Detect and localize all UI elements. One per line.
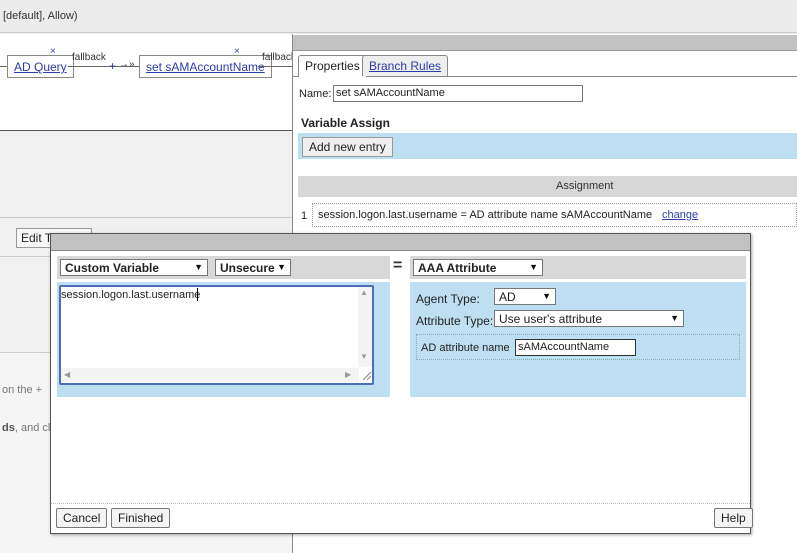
- flow-empty-area: [0, 132, 293, 217]
- value-type-select[interactable]: AAA Attribute ▼: [413, 259, 543, 276]
- resize-grip-icon[interactable]: [361, 370, 372, 382]
- properties-header-bar: [293, 35, 797, 51]
- scroll-right-icon[interactable]: ▶: [345, 370, 351, 379]
- top-band: [0, 0, 797, 33]
- help-text-line: on the +: [2, 384, 43, 396]
- tab-branch-rules[interactable]: Branch Rules: [362, 55, 449, 76]
- add-new-entry-button[interactable]: Add new entry: [302, 137, 393, 157]
- help-text-bold: ds: [2, 422, 15, 434]
- tab-properties[interactable]: Properties: [298, 55, 367, 77]
- agent-type-label: Agent Type:: [416, 292, 480, 306]
- finished-button[interactable]: Finished: [111, 508, 171, 528]
- rule-summary-label: [default], Allow): [3, 10, 78, 22]
- flow-node-set-samaccountname[interactable]: set sAMAccountName: [139, 55, 272, 78]
- chevron-down-icon: ▼: [277, 262, 286, 272]
- policy-flow-canvas: AD Query × fallback + →» set sAMAccountN…: [0, 34, 296, 131]
- remove-node-icon[interactable]: ×: [50, 46, 56, 57]
- variable-type-select[interactable]: Custom Variable ▼: [60, 259, 208, 276]
- chevron-down-icon: ▼: [529, 262, 538, 272]
- flow-connector: [258, 66, 293, 67]
- add-node-plus-icon[interactable]: +: [109, 59, 116, 73]
- dialog-footer-divider: [51, 503, 750, 504]
- security-select[interactable]: Unsecure ▼: [215, 259, 291, 276]
- change-link[interactable]: change: [662, 209, 698, 221]
- flow-node-ad-query[interactable]: AD Query: [7, 55, 74, 78]
- chevron-down-icon: ▼: [670, 313, 679, 323]
- chevron-down-icon: ▼: [542, 291, 551, 301]
- horizontal-scrollbar[interactable]: [61, 368, 359, 382]
- scroll-up-icon[interactable]: ▲: [360, 288, 368, 297]
- branch-label: fallback: [72, 52, 106, 63]
- assignment-column-header: Assignment: [556, 180, 614, 192]
- ad-attribute-label: AD attribute name: [421, 342, 510, 354]
- remove-node-icon[interactable]: ×: [234, 46, 240, 57]
- dialog-titlebar[interactable]: [51, 234, 750, 251]
- name-label: Name:: [299, 88, 332, 100]
- select-value: AD: [499, 290, 516, 304]
- agent-type-select[interactable]: AD ▼: [494, 288, 556, 305]
- select-value: Use user's attribute: [499, 312, 603, 326]
- section-title: Variable Assign: [301, 116, 390, 130]
- select-value: Custom Variable: [65, 261, 160, 275]
- equals-sign: =: [393, 257, 403, 274]
- assignment-text: session.logon.last.username = AD attribu…: [318, 209, 653, 221]
- text-caret: [197, 288, 198, 301]
- scroll-down-icon[interactable]: ▼: [360, 352, 368, 361]
- help-button[interactable]: Help: [714, 508, 753, 528]
- select-value: AAA Attribute: [418, 261, 497, 275]
- attribute-type-label: Attribute Type:: [416, 314, 494, 328]
- flow-arrow-icon: →»: [119, 59, 135, 70]
- table-row-number: 1: [301, 210, 308, 222]
- tab-baseline: [293, 76, 797, 77]
- name-field[interactable]: set sAMAccountName: [333, 85, 583, 102]
- cancel-button[interactable]: Cancel: [56, 508, 108, 528]
- branch-label: fallback: [262, 52, 296, 63]
- chevron-down-icon: ▼: [194, 262, 203, 272]
- attribute-type-select[interactable]: Use user's attribute ▼: [494, 310, 684, 327]
- ad-attribute-name-input[interactable]: sAMAccountName: [515, 339, 636, 356]
- scroll-left-icon[interactable]: ◀: [64, 370, 70, 379]
- expression-text: session.logon.last.username: [61, 289, 201, 301]
- select-value: Unsecure: [220, 261, 275, 275]
- assignment-table-header: [298, 176, 797, 197]
